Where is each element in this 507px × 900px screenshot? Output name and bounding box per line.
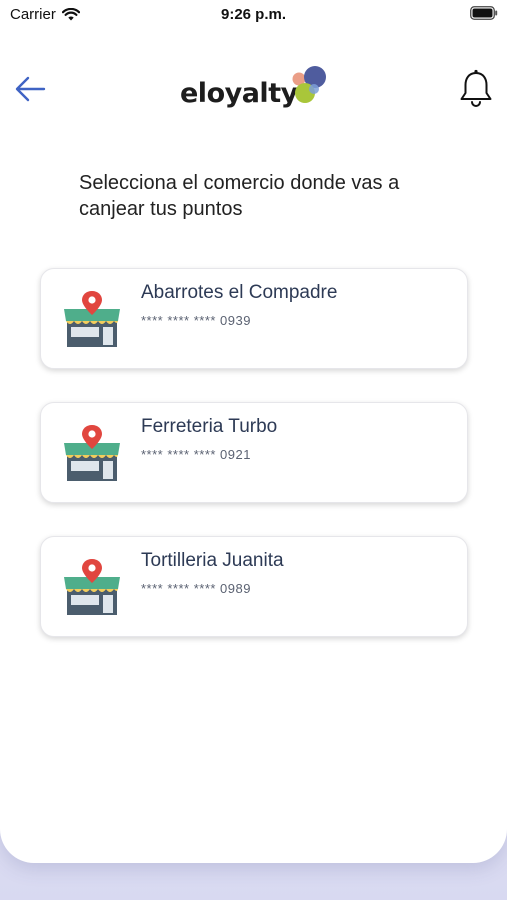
store-list: Abarrotes el Compadre **** **** **** 093… [40, 268, 468, 670]
arrow-left-icon [15, 76, 46, 102]
battery-icon [470, 6, 498, 24]
store-name: Ferreteria Turbo [141, 416, 278, 437]
store-name: Abarrotes el Compadre [141, 282, 338, 303]
store-card[interactable]: Ferreteria Turbo **** **** **** 0921 [40, 402, 468, 503]
app-header: eloyalty [0, 60, 507, 120]
store-location-icon [59, 557, 123, 621]
store-card-number: **** **** **** 0921 [141, 447, 251, 462]
instruction-text: Selecciona el comercio donde vas a canje… [79, 172, 400, 220]
status-time: 9:26 p.m. [220, 6, 287, 23]
app-screen: Carrier 9:26 p.m. eloyalty Selecciona el… [0, 0, 507, 863]
eloyalty-logo: eloyalty [180, 64, 330, 116]
store-card-number: **** **** **** 0939 [141, 313, 251, 328]
logo-text: eloyalty [180, 78, 298, 109]
notifications-button[interactable] [457, 68, 495, 110]
logo-circles-icon [292, 66, 326, 103]
store-location-icon [59, 423, 123, 487]
store-name: Tortilleria Juanita [141, 550, 284, 571]
back-button[interactable] [12, 72, 50, 106]
bell-icon [460, 69, 492, 107]
store-location-icon [59, 289, 123, 353]
status-bar: Carrier 9:26 p.m. [0, 0, 507, 30]
store-card-number: **** **** **** 0989 [141, 581, 251, 596]
store-card[interactable]: Abarrotes el Compadre **** **** **** 093… [40, 268, 468, 369]
store-card[interactable]: Tortilleria Juanita **** **** **** 0989 [40, 536, 468, 637]
